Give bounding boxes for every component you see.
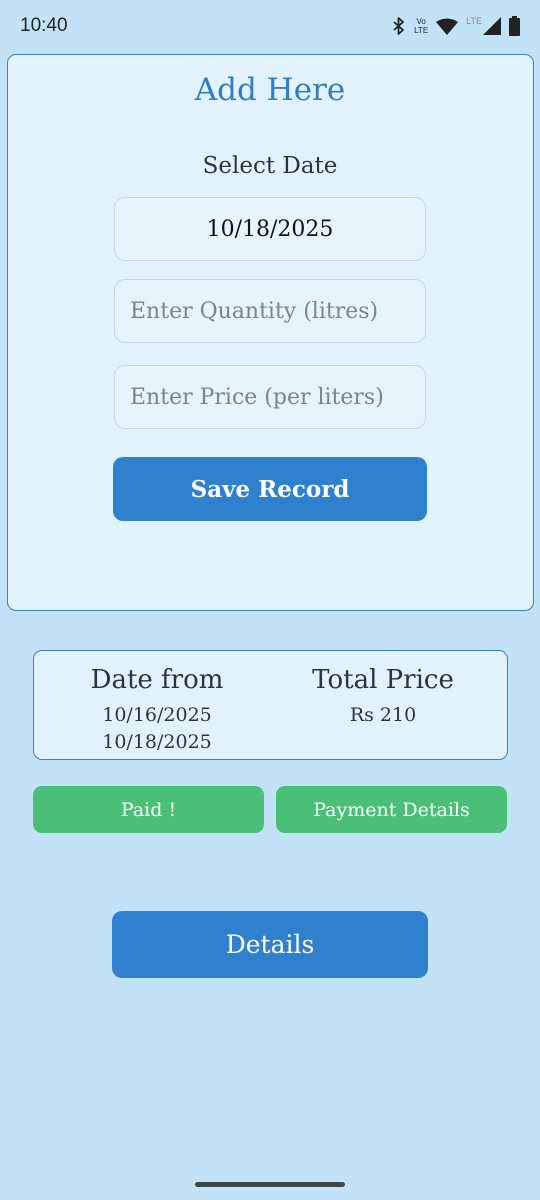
lte-label: LTE	[466, 16, 482, 26]
date-from-value: 10/16/2025	[102, 704, 212, 726]
status-bar: 10:40 Vo LTE LTE	[0, 0, 540, 52]
home-indicator[interactable]	[195, 1182, 345, 1187]
total-price-header: Total Price	[312, 665, 454, 695]
select-date-label: Select Date	[202, 153, 338, 179]
battery-icon	[509, 16, 520, 36]
date-from-header: Date from	[90, 665, 224, 695]
payment-details-button[interactable]: Payment Details	[276, 786, 507, 833]
status-time: 10:40	[20, 15, 68, 36]
date-to-value: 10/18/2025	[102, 731, 212, 753]
signal-icon: LTE	[466, 17, 501, 35]
save-record-button[interactable]: Save Record	[113, 457, 427, 521]
quantity-input[interactable]: Enter Quantity (litres)	[114, 279, 426, 343]
bluetooth-icon	[392, 17, 406, 35]
volte-icon: Vo LTE	[414, 17, 428, 35]
paid-button[interactable]: Paid !	[33, 786, 264, 833]
status-icons: Vo LTE LTE	[392, 16, 520, 36]
volte-line2: LTE	[414, 26, 429, 35]
date-field[interactable]: 10/18/2025	[114, 197, 426, 261]
details-button[interactable]: Details	[112, 911, 428, 978]
volte-line1: Vo	[416, 17, 426, 26]
wifi-icon	[436, 18, 459, 35]
total-price-value: Rs 210	[349, 704, 417, 726]
page-title: Add Here	[194, 72, 346, 108]
price-input[interactable]: Enter Price (per liters)	[114, 365, 426, 429]
